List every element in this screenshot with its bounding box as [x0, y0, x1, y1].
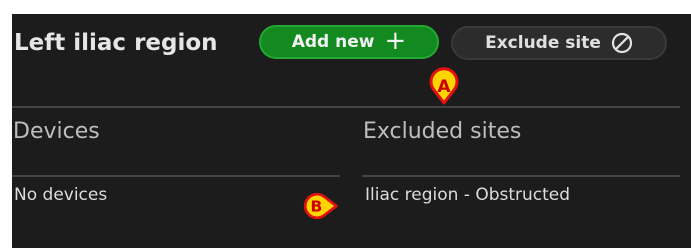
devices-divider [12, 175, 340, 177]
annotation-marker-b: B [303, 192, 338, 220]
add-new-label: Add new [291, 32, 375, 52]
ban-icon [611, 32, 633, 54]
annotation-marker-a: A [429, 67, 459, 105]
excluded-sites-column-header: Excluded sites [363, 119, 522, 144]
section-title: Left iliac region [14, 30, 218, 56]
excluded-site-item[interactable]: Iliac region - Obstructed [365, 185, 570, 205]
add-new-button[interactable]: Add new + [259, 25, 439, 59]
plus-icon: + [384, 26, 407, 56]
excluded-sites-divider [362, 175, 680, 177]
annotation-letter-b: B [310, 197, 322, 215]
exclude-site-button[interactable]: Exclude site [451, 26, 667, 60]
devices-column-header: Devices [13, 119, 100, 144]
devices-empty-text: No devices [14, 185, 108, 205]
annotation-letter-a: A [437, 77, 451, 97]
header-divider [12, 106, 680, 108]
exclude-site-label: Exclude site [485, 33, 601, 53]
